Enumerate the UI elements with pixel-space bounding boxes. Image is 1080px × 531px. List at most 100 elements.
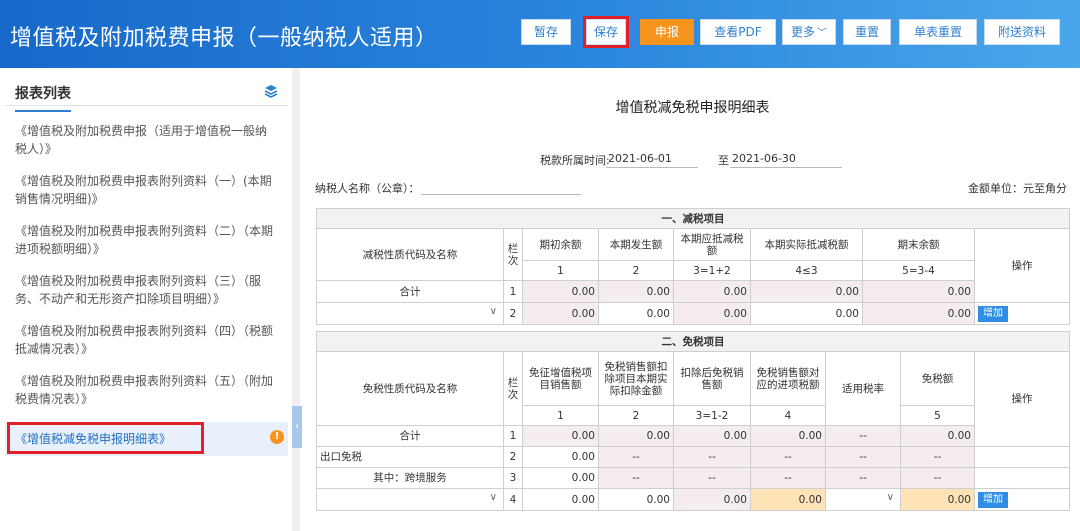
row-no: 4 [503, 488, 523, 511]
cell-value: -- [825, 467, 901, 489]
sidebar-item-schedule-4[interactable]: 《增值税及附加税费申报表附列资料（四）（税额抵减情况表）》 [5, 322, 288, 358]
sidebar-header: 报表列表 [5, 76, 288, 112]
col-header-tax-rate: 适用税率 [825, 351, 901, 426]
row-name: 其中：跨境服务 [316, 467, 504, 489]
sidebar-item-tax-relief[interactable]: 《增值税减免税申报明细表》 ! [5, 422, 288, 456]
col-header-reduction-code: 减税性质代码及名称 [316, 228, 504, 281]
table-row: 合计 1 0.00 0.00 0.00 0.00 -- 0.00 [316, 425, 1070, 447]
cell-value: -- [598, 467, 674, 489]
col-index: 4 [750, 405, 826, 426]
cell-value: -- [900, 446, 975, 468]
cell-input[interactable]: 0.00 [522, 467, 599, 489]
cell-input[interactable]: 0.00 [750, 488, 826, 511]
col-index: 1 [522, 260, 599, 281]
row-no: 2 [503, 302, 523, 325]
header-bar: 增值税及附加税费申报（一般纳税人适用） 暂存 保存 申报 查看PDF 更多 ﹀ 重… [0, 0, 1080, 68]
cell-input[interactable]: 0.00 [900, 488, 975, 511]
cell-input[interactable]: 0.00 [598, 302, 674, 325]
selection-highlight-box [7, 422, 204, 454]
table-row: ∨ 2 0.00 0.00 0.00 0.00 0.00 增加 [316, 302, 1070, 325]
col-header-actual-deducted: 本期实际抵减税额 [750, 228, 863, 261]
sidebar: 报表列表 《增值税及附加税费申报（适用于增值税一般纳税人）》 《增值税及附加税费… [0, 68, 292, 531]
reset-sheet-button[interactable]: 单表重置 [899, 19, 977, 45]
table-row: 其中：跨境服务 3 0.00 -- -- -- -- -- [316, 467, 1071, 489]
warning-icon: ! [270, 430, 284, 444]
cell-value: 0.00 [522, 280, 599, 303]
add-row-button[interactable]: 增加 [978, 491, 1008, 508]
exemption-table: 二、免税项目 免税性质代码及名称 栏次 免征增值税项目销售额 免税销售额扣除项目… [315, 331, 1071, 511]
row-no: 3 [503, 467, 523, 489]
cell-value: 0.00 [862, 302, 975, 325]
cell-value: 0.00 [900, 425, 975, 447]
row-no: 1 [503, 425, 523, 447]
col-header-operation: 操作 [973, 351, 1071, 447]
reduction-code-select[interactable]: ∨ [316, 302, 504, 325]
chevron-down-icon: ∨ [886, 492, 894, 503]
col-header-exempt-tax: 免税额 [900, 351, 975, 406]
period-to-field[interactable]: 2021-06-30 [730, 150, 842, 168]
col-header-exemption-code: 免税性质代码及名称 [316, 351, 504, 426]
period-label: 税款所属时间: [540, 154, 610, 167]
cell-input[interactable]: 0.00 [522, 488, 599, 511]
cell-value: -- [825, 446, 901, 468]
col-index: 1 [522, 405, 599, 426]
section-exemption-title: 二、免税项目 [315, 331, 1071, 352]
save-button[interactable]: 保存 [583, 16, 629, 48]
sidebar-item-schedule-5[interactable]: 《增值税及附加税费申报表附列资料（五）（附加税费情况表）》 [5, 372, 288, 408]
taxpayer-row: 纳税人名称（公章）： 金额单位：元至角分 [305, 178, 1075, 196]
table-row: 出口免税 2 0.00 -- -- -- -- -- [316, 446, 1071, 468]
exemption-code-select[interactable]: ∨ [316, 488, 504, 511]
col-index: 5 [900, 405, 975, 426]
col-index: 5=3-4 [862, 260, 975, 281]
sidebar-title: 报表列表 [15, 83, 71, 112]
add-row-button[interactable]: 增加 [978, 305, 1008, 322]
cell-value: -- [673, 446, 751, 468]
table-row: 合计 1 0.00 0.00 0.00 0.00 0.00 [316, 280, 1070, 303]
more-button[interactable]: 更多 ﹀ [782, 19, 836, 45]
cell-value: 0.00 [673, 425, 751, 447]
section-reduction-title: 一、减税项目 [316, 208, 1070, 229]
cell-input[interactable]: 0.00 [598, 488, 674, 511]
col-header-operation: 操作 [974, 228, 1070, 303]
chevron-down-icon: ﹀ [817, 28, 827, 39]
period-to-label: 至 [718, 154, 729, 167]
col-header-deductible: 本期应抵减税额 [673, 228, 751, 261]
submit-button[interactable]: 申报 [640, 19, 694, 45]
cell-input[interactable]: 0.00 [750, 302, 863, 325]
col-index: 4≤3 [750, 260, 863, 281]
cell-input[interactable]: 0.00 [522, 446, 599, 468]
chevron-down-icon: ∨ [489, 492, 497, 503]
cell-value: 0.00 [673, 488, 751, 511]
col-header-net-sales: 扣除后免税销售额 [673, 351, 751, 406]
chevron-left-icon[interactable]: ‹ [292, 406, 302, 448]
layers-icon[interactable] [264, 84, 278, 98]
attach-docs-button[interactable]: 附送资料 [984, 19, 1060, 45]
sidebar-item-main-return[interactable]: 《增值税及附加税费申报（适用于增值税一般纳税人）》 [5, 122, 288, 158]
row-name: 合计 [316, 280, 504, 303]
cell-value: 0.00 [598, 425, 674, 447]
cell-value: -- [900, 467, 975, 489]
col-header-closing: 期末余额 [862, 228, 975, 261]
temp-save-button[interactable]: 暂存 [521, 19, 571, 45]
sidebar-item-schedule-3[interactable]: 《增值税及附加税费申报表附列资料（三）（服务、不动产和无形资产扣除项目明细）》 [5, 272, 288, 308]
period-from-field[interactable]: 2021-06-01 [606, 150, 698, 168]
cell-value: 0.00 [862, 280, 975, 303]
cell-value: -- [825, 425, 901, 447]
amount-unit: 金额单位：元至角分 [968, 182, 1067, 195]
taxpayer-name-field[interactable] [421, 194, 581, 195]
cell-value: -- [750, 446, 826, 468]
row-no: 2 [503, 446, 523, 468]
panel-divider [292, 68, 300, 531]
reset-button[interactable]: 重置 [843, 19, 891, 45]
main-form: 增值税减免税申报明细表 税款所属时间: 2021-06-01 至 2021-06… [305, 68, 1080, 531]
col-header-current: 本期发生额 [598, 228, 674, 261]
sidebar-item-schedule-2[interactable]: 《增值税及附加税费申报表附列资料（二）（本期进项税额明细）》 [5, 222, 288, 258]
more-label: 更多 [790, 25, 815, 39]
cell-value: 0.00 [522, 302, 599, 325]
col-header-exempt-sales: 免征增值税项目销售额 [522, 351, 599, 406]
view-pdf-button[interactable]: 查看PDF [700, 19, 776, 45]
chevron-down-icon: ∨ [489, 306, 497, 317]
tax-rate-select[interactable]: ∨ [825, 488, 901, 511]
cell-value: 0.00 [673, 302, 751, 325]
sidebar-item-schedule-1[interactable]: 《增值税及附加税费申报表附列资料（一）(本期销售情况明细)》 [5, 172, 288, 208]
